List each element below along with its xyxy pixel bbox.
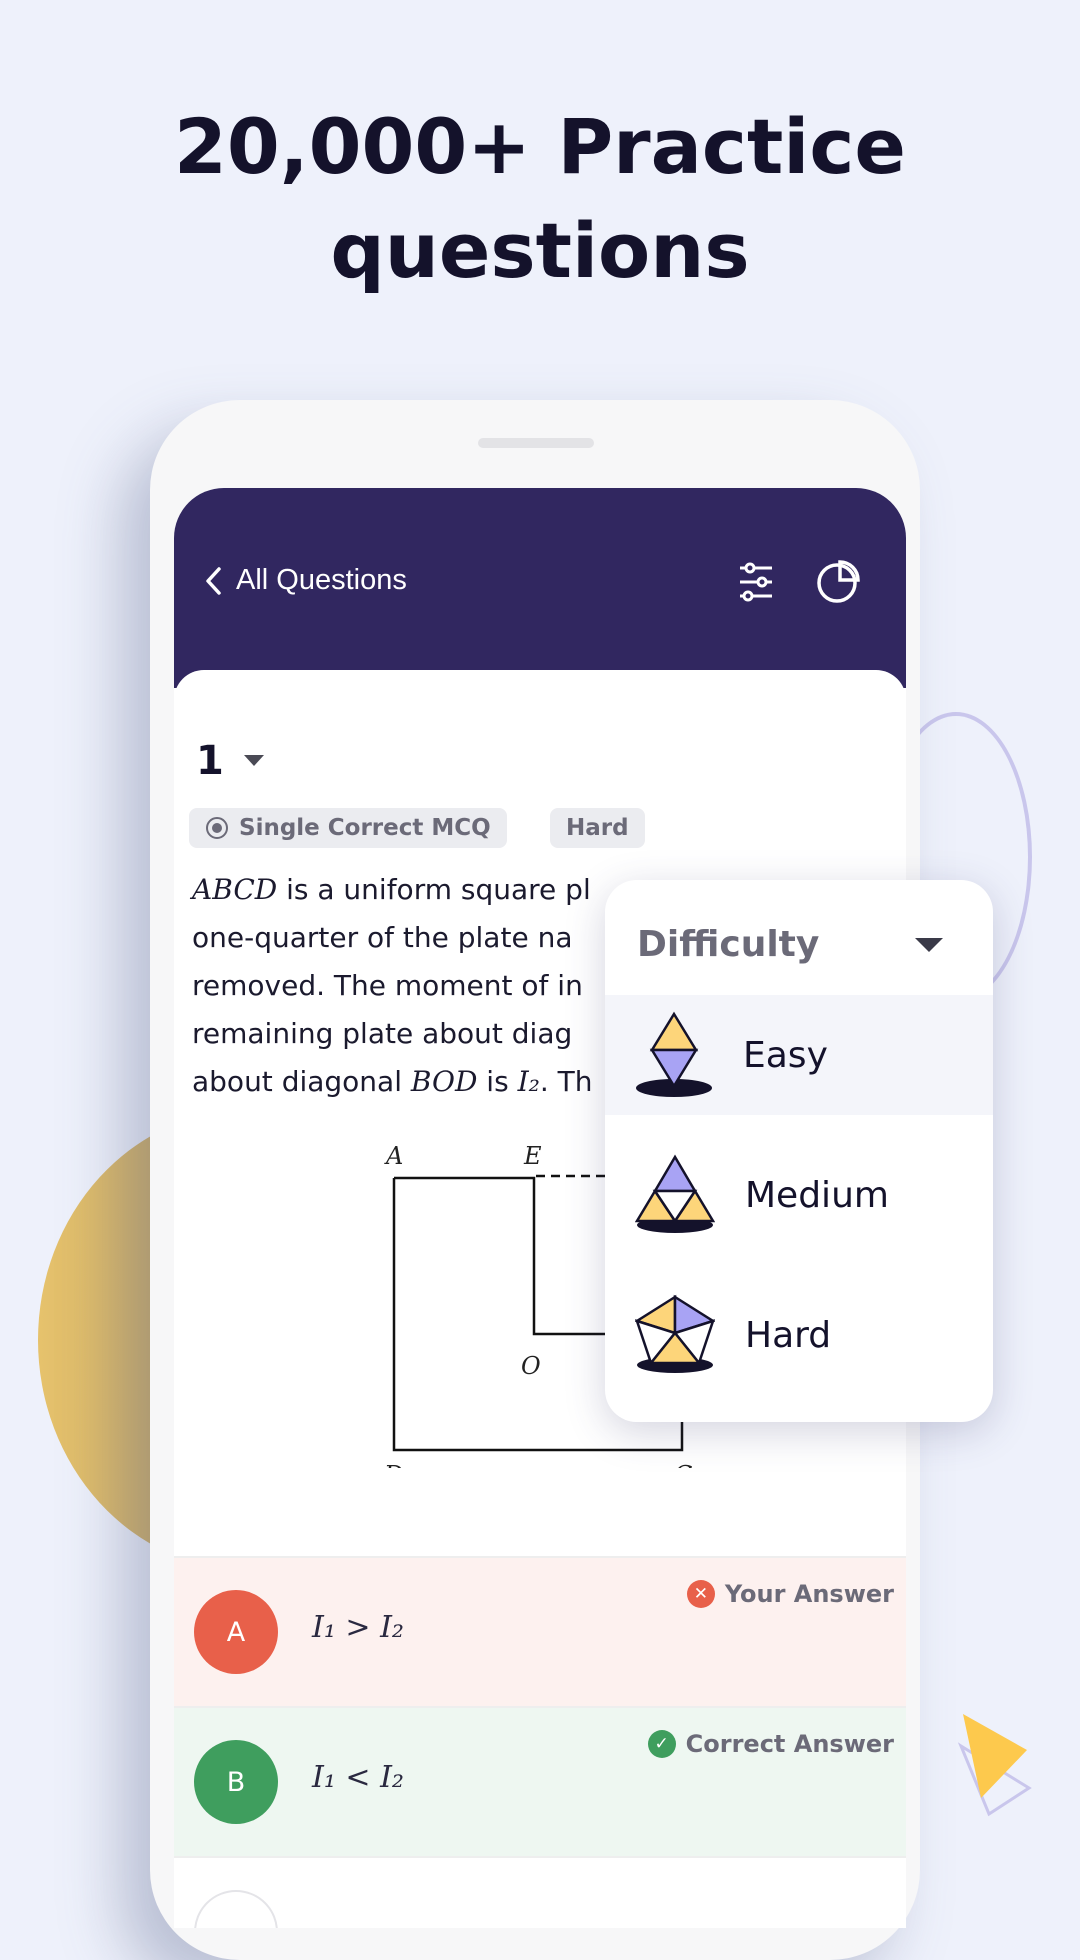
easy-gem-icon — [636, 1011, 712, 1097]
decorative-triangle-icon — [957, 1714, 1032, 1817]
option-value: I₁ > I₂ — [312, 1610, 404, 1645]
tag-label: Your Answer — [724, 1580, 894, 1608]
headline-line-2: questions — [330, 206, 750, 295]
check-circle-icon: ✓ — [647, 1730, 676, 1758]
back-label: All Questions — [236, 564, 407, 596]
option-c[interactable] — [174, 1856, 906, 1928]
text-fragment: is a uniform square pl — [277, 873, 591, 906]
question-number-selector[interactable]: 1 — [196, 738, 264, 784]
option-letter: B — [194, 1740, 278, 1824]
math-text: BOD — [410, 1065, 478, 1098]
caret-down-icon — [243, 755, 264, 766]
filter-sliders-icon[interactable] — [736, 560, 776, 604]
caret-down-icon — [915, 938, 943, 952]
difficulty-chip: Hard — [550, 808, 645, 848]
correct-answer-tag: ✓ Correct Answer — [647, 1730, 894, 1758]
label-d: D — [383, 1461, 403, 1468]
type-chip-label: Single Correct MCQ — [239, 815, 491, 841]
label-c: C — [674, 1461, 692, 1468]
text-fragment: is — [477, 1065, 518, 1098]
chevron-left-icon — [206, 566, 221, 595]
tag-label: Correct Answer — [685, 1730, 894, 1758]
option-b[interactable]: B I₁ < I₂ ✓ Correct Answer — [174, 1706, 906, 1856]
option-letter: A — [194, 1590, 278, 1674]
item-label: Hard — [745, 1314, 832, 1356]
item-label: Medium — [745, 1174, 889, 1216]
question-number: 1 — [196, 738, 224, 784]
pie-chart-icon[interactable] — [816, 558, 862, 604]
radio-icon — [206, 817, 228, 839]
option-a[interactable]: A I₁ > I₂ ✕ Your Answer — [174, 1556, 906, 1706]
math-text: I₂ — [517, 1065, 540, 1098]
label-e: E — [523, 1142, 542, 1170]
dropdown-item-easy[interactable]: Easy — [605, 995, 993, 1115]
your-answer-tag: ✕ Your Answer — [686, 1580, 894, 1608]
text-fragment: about diagonal — [192, 1065, 411, 1098]
math-text: ABCD — [192, 873, 278, 906]
label-o: O — [521, 1352, 541, 1380]
label-a: A — [384, 1142, 403, 1170]
app-header: All Questions — [174, 488, 906, 688]
close-circle-icon: ✕ — [686, 1580, 715, 1608]
hard-gem-icon — [635, 1294, 715, 1373]
text-fragment: . Th — [539, 1065, 593, 1098]
headline: 20,000+ Practice questions — [0, 95, 1080, 303]
headline-line-1: 20,000+ Practice — [174, 102, 906, 191]
option-value: I₁ < I₂ — [312, 1760, 404, 1795]
back-button[interactable]: All Questions — [204, 564, 407, 597]
difficulty-dropdown: Difficulty Easy Medium Hard — [605, 880, 993, 1422]
dropdown-label: Difficulty — [637, 924, 820, 965]
question-type-chip: Single Correct MCQ — [189, 808, 507, 848]
dropdown-item-hard[interactable]: Hard — [605, 1275, 993, 1395]
option-letter-circle — [194, 1890, 278, 1928]
phone-speaker — [478, 438, 594, 448]
medium-gem-icon — [635, 1154, 715, 1233]
dropdown-item-medium[interactable]: Medium — [605, 1135, 993, 1255]
dropdown-header[interactable]: Difficulty — [605, 880, 993, 995]
item-label: Easy — [743, 1034, 828, 1076]
